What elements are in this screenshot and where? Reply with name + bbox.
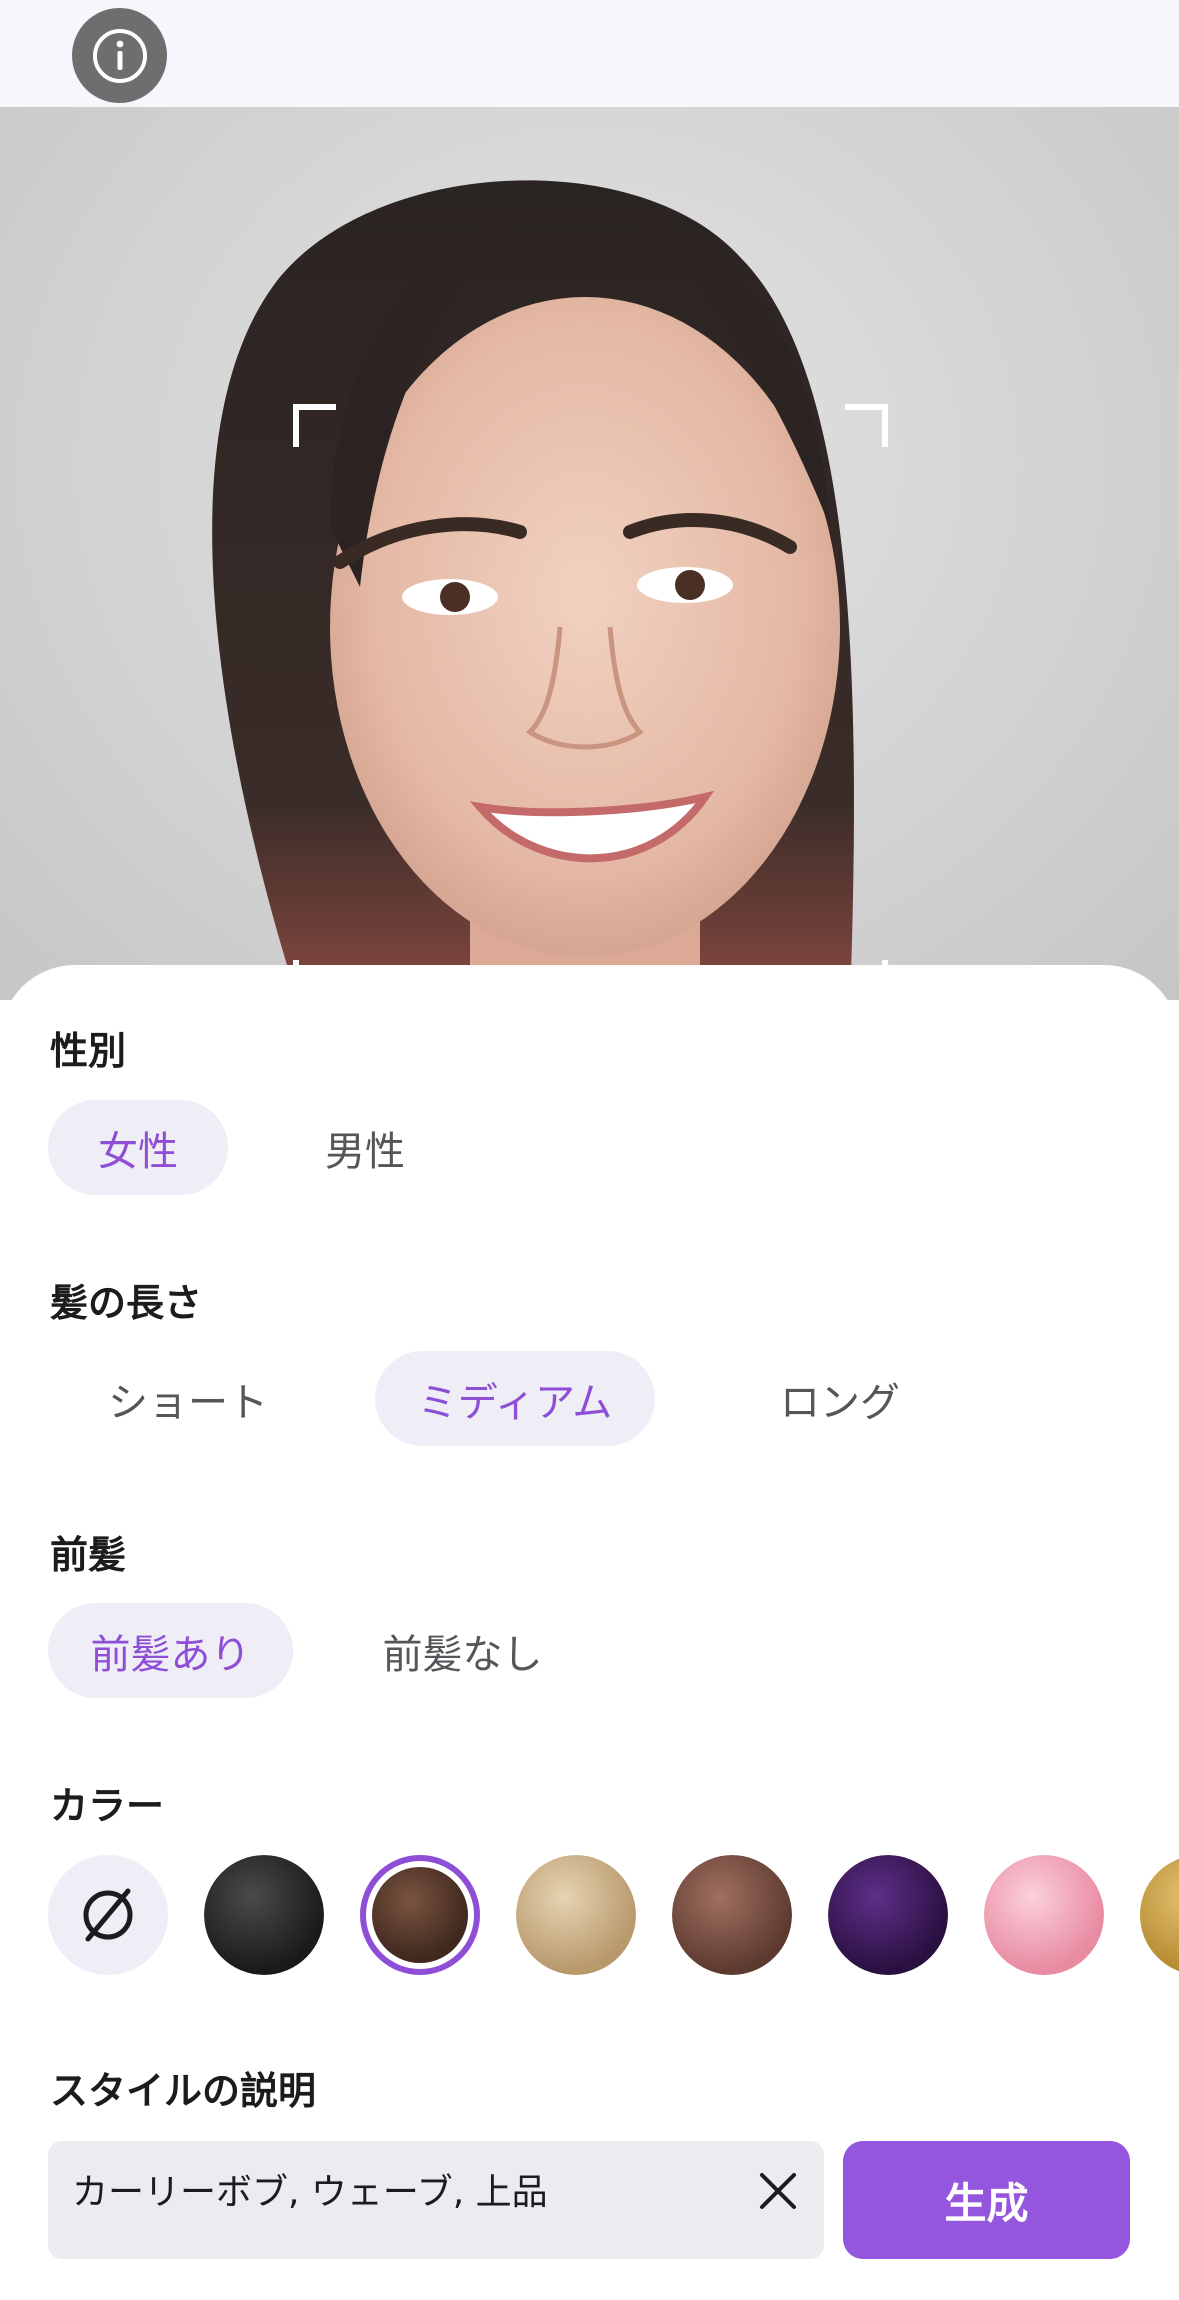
style-description-value: カーリーボブ, ウェーブ, 上品 — [72, 2172, 548, 2213]
color-swatch-blonde-beige[interactable] — [516, 1855, 636, 1975]
style-description-label: スタイルの説明 — [50, 2069, 317, 2113]
gender-label: 性別 — [50, 1029, 127, 1073]
color-swatch-pink[interactable] — [984, 1855, 1104, 1975]
close-icon[interactable] — [754, 2167, 802, 2215]
gender-option-female[interactable]: 女性 — [48, 1100, 228, 1195]
color-swatch-black[interactable] — [204, 1855, 324, 1975]
hair-length-option-short[interactable]: ショート — [48, 1351, 328, 1446]
hair-length-option-medium[interactable]: ミディアム — [375, 1351, 655, 1446]
hair-length-label: 髪の長さ — [50, 1281, 203, 1325]
color-swatch-none[interactable] — [48, 1855, 168, 1975]
portrait-photo — [0, 107, 1179, 1000]
color-swatch-purple[interactable] — [828, 1855, 948, 1975]
bangs-option-with[interactable]: 前髪あり — [48, 1603, 293, 1698]
no-color-icon — [83, 1888, 133, 1942]
hair-length-option-long[interactable]: ロング — [700, 1351, 980, 1446]
gender-option-male[interactable]: 男性 — [275, 1100, 455, 1195]
info-button[interactable] — [72, 8, 167, 103]
color-swatch-ash-brown[interactable] — [672, 1855, 792, 1975]
top-bar — [0, 0, 1179, 107]
bangs-option-without[interactable]: 前髪なし — [340, 1603, 585, 1698]
color-swatch-brown[interactable] — [360, 1855, 480, 1975]
generate-button[interactable]: 生成 — [843, 2141, 1130, 2259]
info-icon — [92, 28, 147, 83]
color-swatch-gold[interactable] — [1140, 1855, 1179, 1975]
color-label: カラー — [50, 1784, 165, 1828]
style-description-input[interactable]: カーリーボブ, ウェーブ, 上品 — [48, 2141, 824, 2259]
bangs-label: 前髪 — [50, 1533, 127, 1577]
